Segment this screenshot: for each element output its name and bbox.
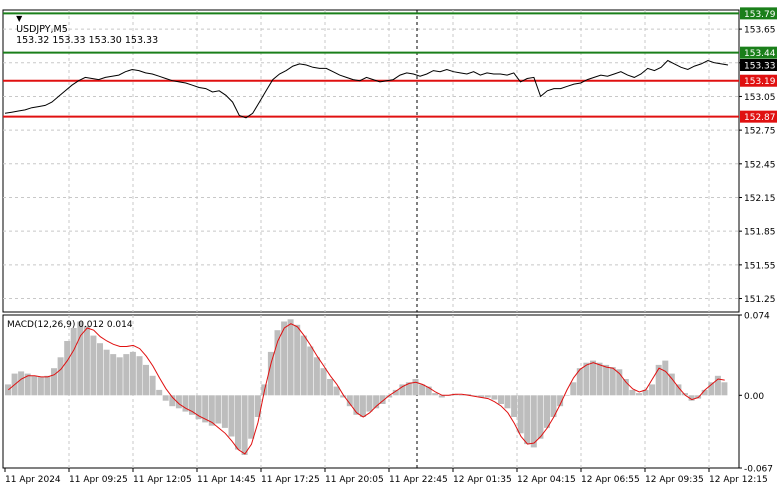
macd-histogram-bar bbox=[64, 341, 71, 396]
macd-histogram-bar bbox=[110, 354, 117, 396]
macd-histogram-bar bbox=[77, 321, 84, 396]
macd-histogram-bar bbox=[662, 360, 669, 396]
macd-histogram-bar bbox=[504, 395, 511, 409]
x-tick-label: 11 Apr 2024 bbox=[5, 475, 61, 485]
macd-histogram-bar bbox=[90, 335, 97, 396]
macd-histogram-bar bbox=[603, 364, 610, 396]
macd-histogram-bar bbox=[537, 395, 544, 439]
x-tick-label: 11 Apr 22:45 bbox=[389, 475, 448, 485]
macd-histogram-bar bbox=[5, 384, 11, 396]
macd-histogram-bar bbox=[44, 375, 51, 396]
macd-histogram-bar bbox=[636, 393, 642, 396]
macd-y-tick-label: -0.067 bbox=[744, 465, 773, 475]
macd-histogram-bar bbox=[248, 395, 255, 439]
level-tag-label: 153.79 bbox=[744, 10, 776, 20]
macd-histogram-bar bbox=[359, 395, 366, 417]
macd-histogram-bar bbox=[97, 343, 103, 396]
macd-histogram-bar bbox=[649, 384, 656, 396]
macd-histogram-bar bbox=[294, 324, 301, 396]
macd-histogram-bar bbox=[570, 382, 577, 396]
header-bar[interactable]: ▼ USDJPY,M5 153.32 153.33 153.30 153.33 bbox=[4, 2, 158, 57]
macd-histogram-bar bbox=[143, 364, 149, 396]
dropdown-triangle-icon[interactable]: ▼ bbox=[16, 14, 22, 23]
x-tick-label: 11 Apr 14:45 bbox=[197, 475, 256, 485]
macd-histogram-bar bbox=[215, 395, 222, 424]
x-tick-label: 12 Apr 06:55 bbox=[581, 475, 640, 485]
macd-histogram-bar bbox=[484, 395, 491, 398]
macd-histogram-bar bbox=[524, 395, 531, 445]
macd-histogram-bar bbox=[596, 362, 603, 396]
macd-histogram-bar bbox=[31, 375, 38, 396]
level-tag-label: 153.19 bbox=[744, 77, 776, 87]
ohlc-values: 153.32 153.33 153.30 153.33 bbox=[16, 35, 159, 46]
x-tick-label: 12 Apr 04:15 bbox=[517, 475, 576, 485]
x-tick-label: 11 Apr 17:25 bbox=[261, 475, 320, 485]
y-tick-label: 152.15 bbox=[744, 194, 776, 204]
macd-histogram-bar bbox=[37, 376, 44, 396]
y-tick-label: 151.85 bbox=[744, 228, 776, 238]
macd-histogram-bar bbox=[57, 357, 64, 396]
macd-histogram-bar bbox=[83, 325, 90, 396]
macd-histogram-bar bbox=[228, 395, 235, 437]
macd-histogram-bar bbox=[491, 395, 498, 400]
macd-histogram-bar bbox=[287, 319, 294, 396]
macd-title: MACD(12,26,9) 0.012 0.014 bbox=[7, 320, 133, 330]
macd-histogram-bar bbox=[123, 354, 130, 396]
x-tick-label: 11 Apr 09:25 bbox=[69, 475, 128, 485]
macd-histogram-bar bbox=[583, 362, 590, 396]
macd-histogram-bar bbox=[51, 368, 57, 396]
y-tick-label: 152.75 bbox=[744, 127, 776, 137]
macd-histogram-bar bbox=[307, 346, 314, 396]
macd-histogram-bar bbox=[419, 384, 426, 396]
level-tag-label: 153.44 bbox=[744, 49, 776, 59]
macd-histogram-bar bbox=[327, 379, 334, 396]
macd-histogram-bar bbox=[103, 349, 110, 396]
x-tick-label: 12 Apr 01:35 bbox=[453, 475, 512, 485]
macd-histogram-bar bbox=[412, 379, 419, 396]
macd-histogram-bar bbox=[590, 360, 596, 396]
y-tick-label: 151.25 bbox=[744, 295, 776, 305]
x-tick-label: 11 Apr 20:05 bbox=[325, 475, 384, 485]
current-price-tag-label: 153.33 bbox=[744, 62, 776, 72]
macd-y-tick-label: 0.00 bbox=[744, 392, 764, 402]
macd-histogram-bar bbox=[70, 328, 77, 396]
chart-root: 153.65153.35153.05152.75152.45152.15151.… bbox=[0, 0, 781, 489]
macd-histogram-bar bbox=[517, 395, 524, 434]
x-tick-label: 12 Apr 12:15 bbox=[709, 475, 768, 485]
macd-histogram-bar bbox=[544, 395, 550, 428]
macd-histogram-bar bbox=[609, 367, 616, 396]
macd-histogram-bar bbox=[313, 357, 320, 396]
macd-histogram-bar bbox=[162, 395, 169, 401]
x-tick-label: 11 Apr 12:05 bbox=[133, 475, 192, 485]
macd-histogram-bar bbox=[300, 335, 307, 396]
macd-histogram-bar bbox=[530, 395, 537, 448]
y-tick-label: 153.05 bbox=[744, 93, 776, 103]
macd-histogram-bar bbox=[511, 395, 518, 417]
macd-histogram-bar bbox=[221, 395, 228, 428]
price-series-line bbox=[4, 59, 729, 119]
macd-histogram-bar bbox=[149, 375, 156, 396]
y-tick-label: 152.45 bbox=[744, 160, 776, 170]
y-tick-label: 153.65 bbox=[744, 26, 776, 36]
macd-histogram-bar bbox=[156, 389, 163, 396]
macd-histogram-bar bbox=[320, 368, 327, 396]
macd-y-tick-label: 0.074 bbox=[744, 312, 770, 322]
macd-histogram-bar bbox=[129, 351, 136, 396]
macd-histogram-bar bbox=[18, 371, 25, 396]
macd-histogram-bar bbox=[136, 356, 143, 396]
macd-histogram-bar bbox=[366, 395, 373, 412]
y-tick-label: 151.55 bbox=[744, 261, 776, 271]
symbol-label: USDJPY,M5 bbox=[16, 24, 68, 35]
chart-canvas: 153.65153.35153.05152.75152.45152.15151.… bbox=[2, 7, 777, 485]
macd-histogram-bar bbox=[235, 395, 241, 450]
macd-histogram-bar bbox=[498, 395, 504, 404]
macd-histogram-bar bbox=[721, 382, 728, 396]
x-tick-label: 12 Apr 09:35 bbox=[645, 475, 704, 485]
macd-histogram-bar bbox=[241, 395, 248, 455]
macd-histogram-bar bbox=[458, 395, 465, 396]
level-tag-label: 152.87 bbox=[744, 113, 776, 123]
macd-histogram-bar bbox=[629, 389, 636, 396]
macd-histogram-bar bbox=[116, 357, 123, 396]
macd-histogram-bar bbox=[274, 330, 281, 396]
